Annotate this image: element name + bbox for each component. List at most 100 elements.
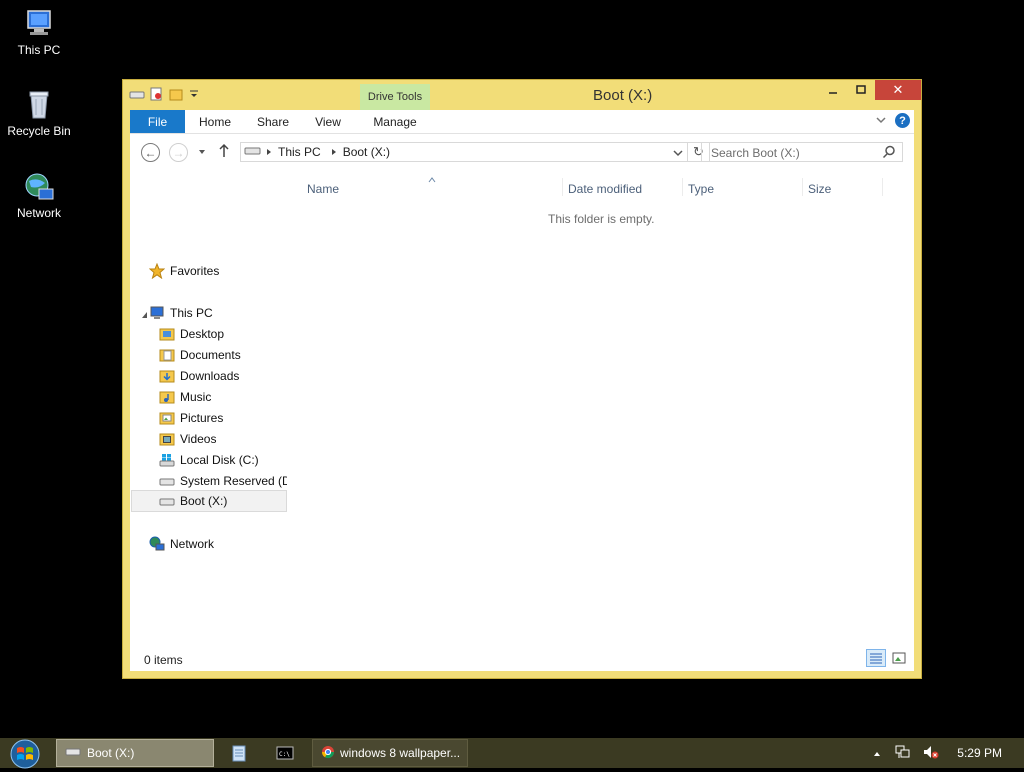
details-view-button[interactable] bbox=[866, 649, 886, 667]
navigation-bar: ← → This PC Boot (X:) ↻ bbox=[130, 134, 914, 170]
column-header-size[interactable]: Size bbox=[808, 182, 831, 196]
close-icon: ✕ bbox=[892, 82, 904, 97]
column-divider[interactable] bbox=[562, 178, 563, 196]
taskbar-item-chrome[interactable]: windows 8 wallpaper... bbox=[312, 739, 468, 767]
caption-buttons: ✕ bbox=[819, 80, 921, 100]
search-input[interactable] bbox=[709, 144, 883, 162]
nav-pictures[interactable]: Pictures bbox=[159, 407, 223, 428]
pictures-folder-icon bbox=[159, 410, 175, 426]
nav-music[interactable]: Music bbox=[159, 386, 211, 407]
tab-manage[interactable]: Manage bbox=[360, 110, 430, 133]
desktop-icon-network[interactable]: Network bbox=[4, 171, 74, 220]
network-globe-icon bbox=[23, 171, 55, 203]
nav-videos[interactable]: Videos bbox=[159, 428, 216, 449]
taskbar-item-command-prompt[interactable]: C:\ bbox=[270, 739, 300, 767]
minimize-button[interactable] bbox=[819, 80, 847, 100]
expand-ribbon-chevron-icon[interactable] bbox=[875, 114, 887, 128]
drive-icon bbox=[129, 87, 145, 101]
maximize-button[interactable] bbox=[847, 80, 875, 100]
navigation-pane: Favorites This PC Desktop Documents Down… bbox=[130, 174, 290, 644]
address-bar[interactable]: This PC Boot (X:) bbox=[240, 142, 688, 162]
nav-label: Boot (X:) bbox=[180, 494, 228, 508]
qat-dropdown-icon[interactable] bbox=[189, 87, 203, 101]
back-button[interactable]: ← bbox=[141, 143, 160, 162]
desktop-folder-icon bbox=[159, 326, 175, 342]
column-divider[interactable] bbox=[882, 178, 883, 196]
column-divider[interactable] bbox=[802, 178, 803, 196]
computer-icon bbox=[149, 305, 165, 321]
nav-this-pc[interactable]: This PC bbox=[149, 302, 213, 323]
taskbar-item-label: Boot (X:) bbox=[87, 746, 135, 760]
new-folder-icon[interactable] bbox=[169, 87, 183, 101]
nav-favorites[interactable]: Favorites bbox=[149, 260, 219, 281]
taskbar-item-label: windows 8 wallpaper... bbox=[340, 746, 461, 760]
tab-share[interactable]: Share bbox=[252, 110, 294, 133]
videos-folder-icon bbox=[159, 431, 175, 447]
empty-folder-message: This folder is empty. bbox=[548, 212, 655, 226]
nav-label: Desktop bbox=[180, 326, 225, 341]
nav-label: Videos bbox=[180, 431, 217, 446]
computer-icon bbox=[23, 8, 55, 40]
start-button[interactable] bbox=[8, 739, 42, 769]
drive-icon bbox=[159, 493, 175, 509]
search-box[interactable] bbox=[701, 142, 903, 162]
nav-desktop[interactable]: Desktop bbox=[159, 323, 224, 344]
explorer-window: Drive Tools Boot (X:) ✕ File Home Share … bbox=[122, 79, 922, 679]
system-tray: 5:29 PM bbox=[873, 738, 1024, 768]
column-header-type[interactable]: Type bbox=[688, 182, 714, 196]
taskbar-item-notepad[interactable] bbox=[226, 739, 252, 767]
up-arrow-icon[interactable] bbox=[218, 143, 230, 162]
nav-label: Local Disk (C:) bbox=[180, 452, 259, 467]
nav-system-reserved-d[interactable]: System Reserved (D: bbox=[159, 470, 287, 491]
recent-locations-chevron-icon[interactable] bbox=[197, 146, 207, 160]
nav-label: System Reserved (D: bbox=[180, 473, 287, 488]
nav-label: Documents bbox=[180, 347, 241, 362]
forward-button[interactable]: → bbox=[169, 143, 188, 162]
breadcrumb-boot[interactable]: Boot (X:) bbox=[343, 145, 390, 159]
drive-icon bbox=[159, 473, 175, 489]
nav-local-disk-c[interactable]: Local Disk (C:) bbox=[159, 449, 259, 470]
nav-network[interactable]: Network bbox=[149, 533, 214, 554]
breadcrumb-arrow-icon[interactable] bbox=[266, 145, 272, 159]
network-icon bbox=[149, 536, 165, 552]
recycle-bin-icon bbox=[23, 89, 55, 121]
notepad-icon bbox=[232, 745, 246, 762]
address-dropdown-icon[interactable] bbox=[673, 147, 683, 161]
large-icons-view-button[interactable] bbox=[889, 649, 909, 667]
expanded-chevron-icon[interactable] bbox=[141, 308, 149, 322]
show-hidden-icons-icon[interactable] bbox=[873, 746, 881, 760]
tab-home[interactable]: Home bbox=[193, 110, 237, 133]
nav-label: Favorites bbox=[170, 263, 220, 278]
details-view-icon bbox=[870, 653, 882, 664]
nav-documents[interactable]: Documents bbox=[159, 344, 241, 365]
nav-downloads[interactable]: Downloads bbox=[159, 365, 239, 386]
volume-muted-icon[interactable] bbox=[923, 745, 939, 762]
close-button[interactable]: ✕ bbox=[875, 80, 921, 100]
svg-text:C:\: C:\ bbox=[279, 751, 290, 758]
column-divider[interactable] bbox=[682, 178, 683, 196]
tab-file[interactable]: File bbox=[130, 110, 185, 133]
tab-view[interactable]: View bbox=[308, 110, 348, 133]
back-arrow-icon: ← bbox=[144, 145, 157, 160]
documents-folder-icon bbox=[159, 347, 175, 363]
breadcrumb-arrow-icon[interactable] bbox=[331, 145, 337, 159]
music-folder-icon bbox=[159, 389, 175, 405]
taskbar-item-explorer[interactable]: Boot (X:) bbox=[56, 739, 214, 767]
forward-arrow-icon: → bbox=[172, 145, 185, 160]
desktop-icon-this-pc[interactable]: This PC bbox=[4, 8, 74, 57]
desktop-icon-recycle-bin[interactable]: Recycle Bin bbox=[4, 89, 74, 138]
network-tray-icon[interactable] bbox=[895, 745, 911, 762]
properties-icon[interactable] bbox=[149, 87, 163, 101]
help-icon[interactable]: ? bbox=[895, 113, 910, 128]
nav-label: Downloads bbox=[180, 368, 240, 383]
column-header-date-modified[interactable]: Date modified bbox=[568, 182, 642, 196]
drive-tools-context-label: Drive Tools bbox=[360, 84, 430, 110]
column-header-name[interactable]: Name bbox=[307, 182, 339, 196]
star-icon bbox=[149, 262, 166, 279]
breadcrumb-this-pc[interactable]: This PC bbox=[278, 145, 321, 159]
clock[interactable]: 5:29 PM bbox=[957, 746, 1002, 760]
nav-label: This PC bbox=[170, 305, 213, 320]
explorer-content: ← → This PC Boot (X:) ↻ Favorites bbox=[130, 134, 914, 671]
nav-boot-x[interactable]: Boot (X:) bbox=[131, 490, 287, 512]
search-icon[interactable] bbox=[882, 145, 896, 162]
